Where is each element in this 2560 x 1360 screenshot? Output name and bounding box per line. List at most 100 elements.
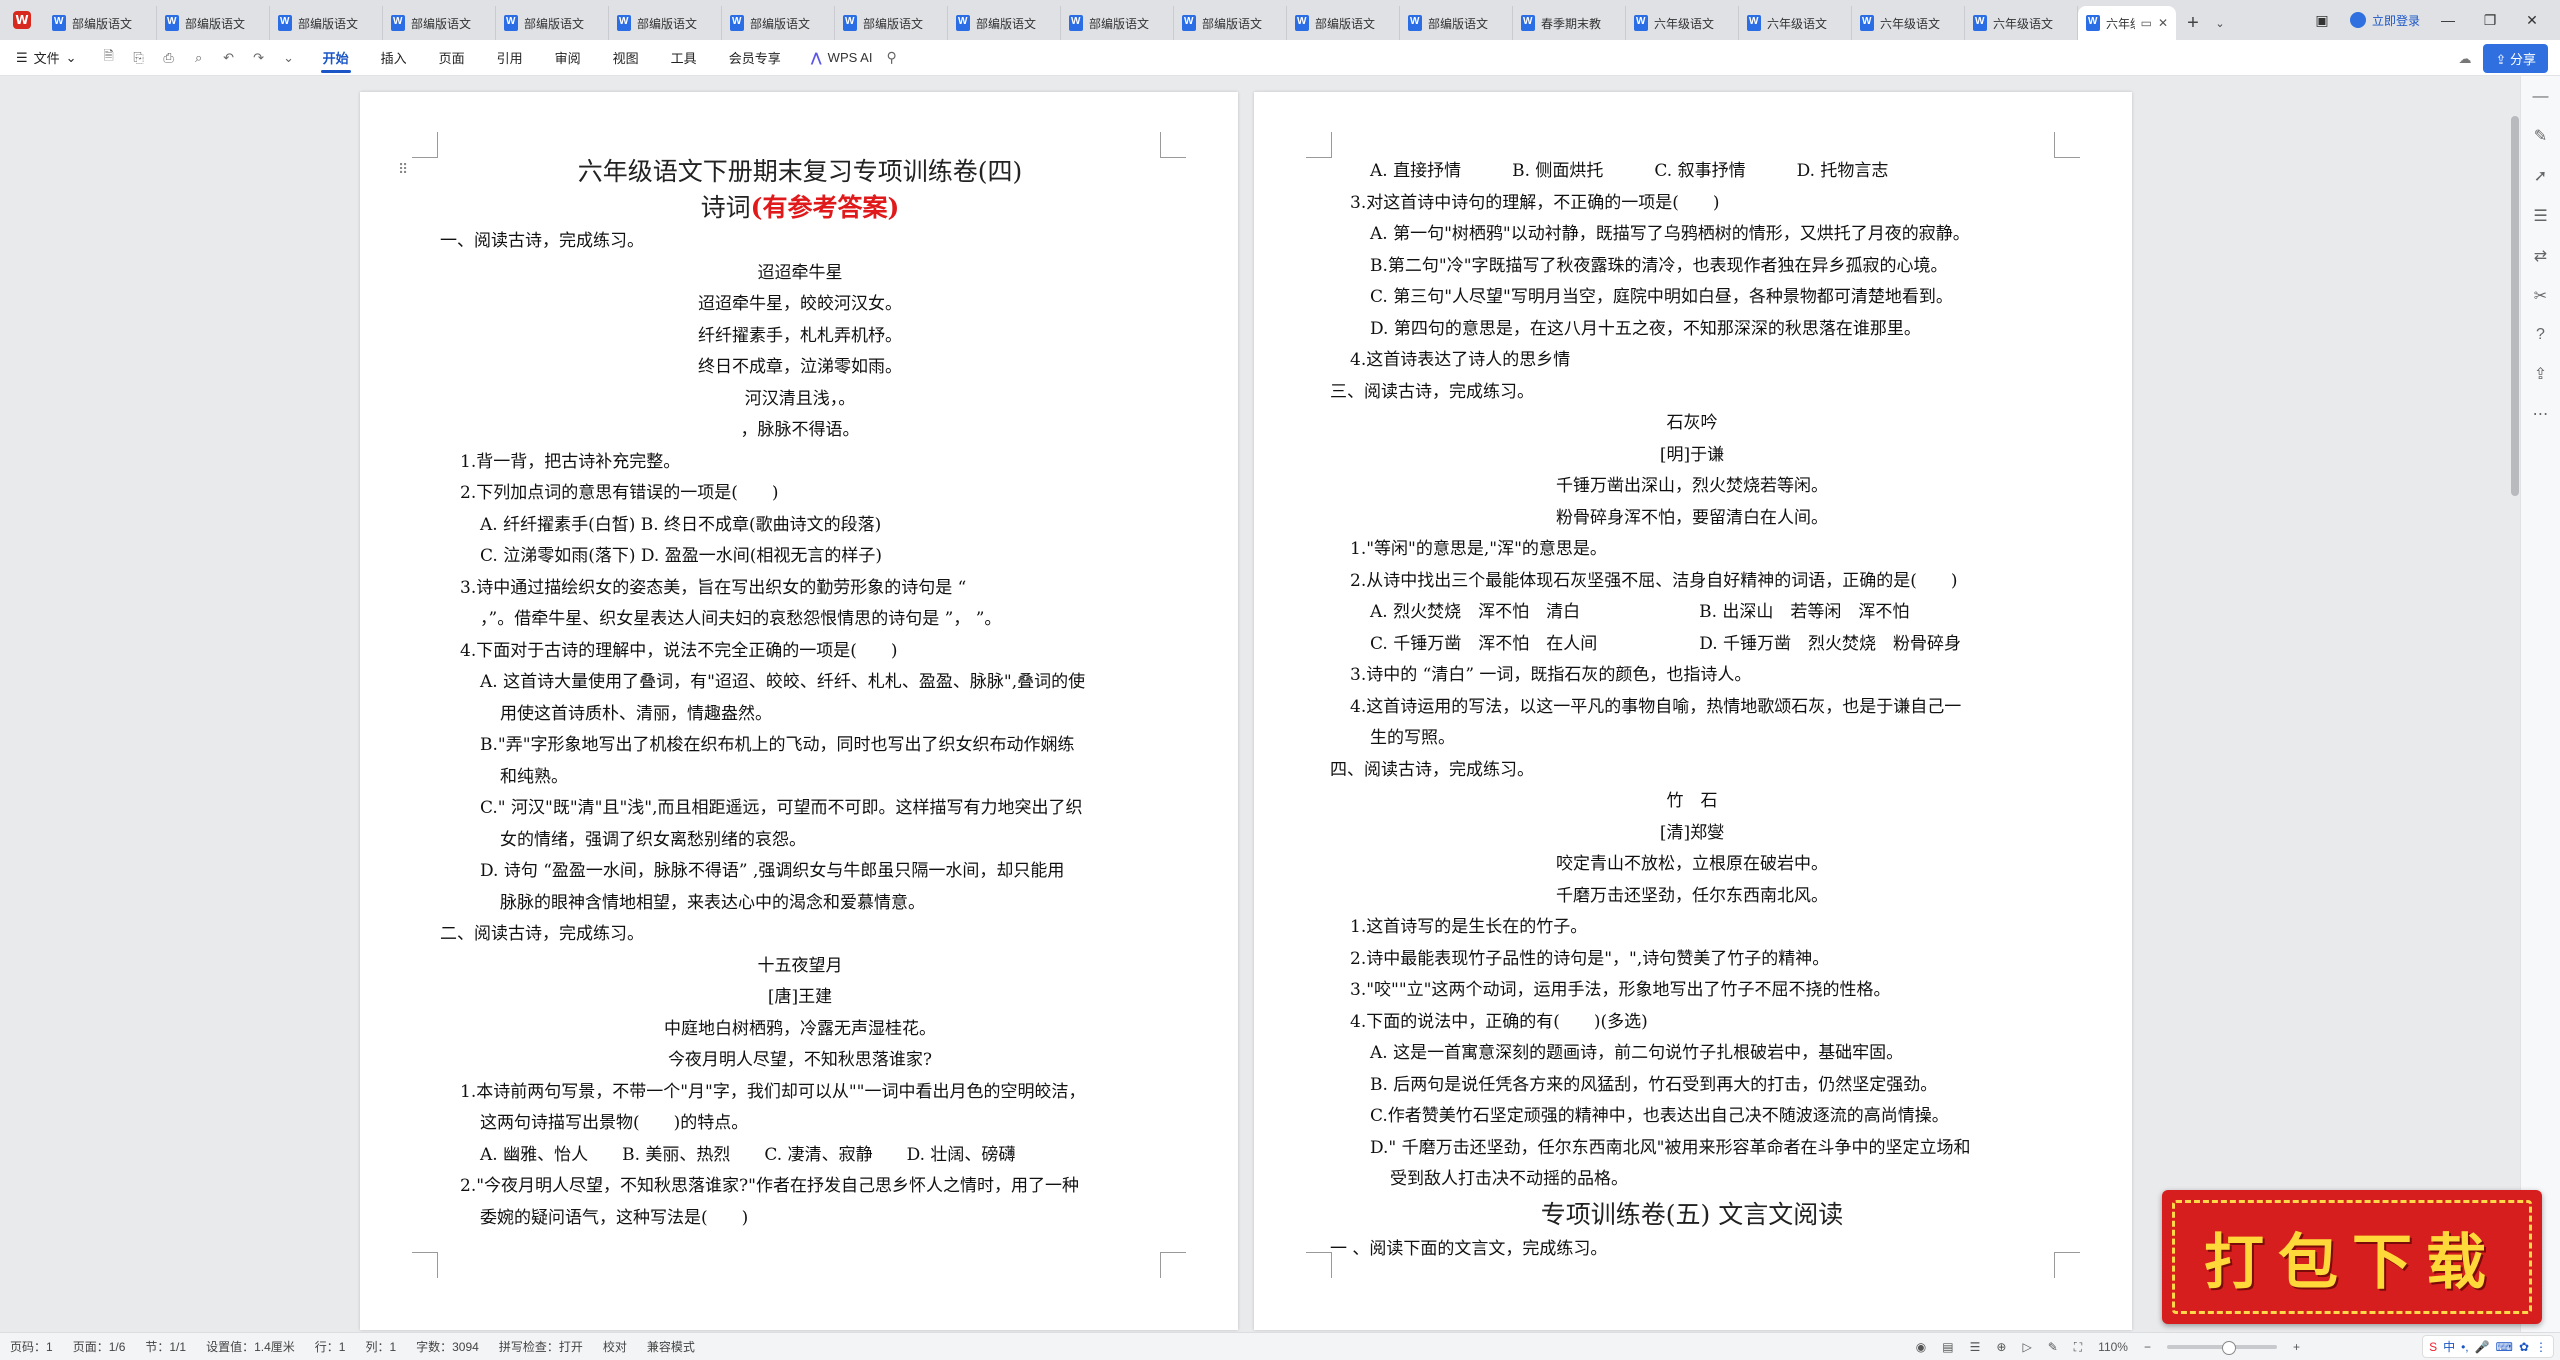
redo-icon[interactable]: ↷ <box>251 50 267 66</box>
text-line: A. 这首诗大量使用了叠词，有"迢迢、皎皎、纤纤、札札、盈盈、脉脉",叠词的使 <box>480 672 1086 692</box>
fit-page-icon[interactable]: ⛶ <box>2074 1340 2082 1355</box>
menu-tab[interactable]: 页面 <box>423 40 481 76</box>
menu-tab[interactable]: 开始 <box>307 40 365 76</box>
document-tab[interactable]: 部编版语文 <box>835 6 948 40</box>
cloud-sync-icon[interactable]: ☁ <box>2458 51 2471 67</box>
zoom-out-icon[interactable]: − <box>2144 1340 2151 1354</box>
file-menu[interactable]: ☰ 文件 ⌄ <box>0 48 91 67</box>
tab-label: 部编版语文 <box>185 16 246 31</box>
play-icon[interactable]: ▷ <box>2022 1340 2031 1354</box>
collapse-panel-icon[interactable]: — <box>2533 88 2549 106</box>
menu-tab[interactable]: 工具 <box>655 40 713 76</box>
document-tab[interactable]: 部编版语文 <box>722 6 835 40</box>
page-1-content: 六年级语文下册期末复习专项训练卷(四) 诗词(有参考答案) 一、阅读古诗，完成练… <box>440 154 1160 1234</box>
text-line: 4.这首诗表达了诗人的思乡情 <box>1350 350 1571 370</box>
new-tab-button[interactable]: + <box>2176 6 2210 40</box>
print-icon[interactable]: ⎙ <box>161 50 177 66</box>
menu-tab[interactable]: 审阅 <box>539 40 597 76</box>
document-tab[interactable]: 部编版语文 <box>948 6 1061 40</box>
translate-icon[interactable]: ⇄ <box>2534 246 2547 266</box>
status-row: 行：1 <box>314 1340 346 1354</box>
web-view-icon[interactable]: ⊕ <box>1996 1340 2006 1354</box>
tab-label: 部编版语文 <box>298 16 359 31</box>
menu-tab[interactable]: 视图 <box>597 40 655 76</box>
style-sliders-icon[interactable]: ☰ <box>2533 206 2547 226</box>
document-page-1[interactable]: ⠿ 六年级语文下册期末复习专项训练卷(四) 诗词(有参考答案) 一、阅读古诗，完… <box>360 92 1238 1330</box>
text-line: 1.本诗前两句写景，不带一个"月"字，我们却可以从""一词中看出月色的空明皎洁， <box>460 1081 1086 1102</box>
document-tab[interactable]: 六年级语文 <box>1852 6 1965 40</box>
edit-mode-icon[interactable]: ✎ <box>2048 1340 2058 1354</box>
undo-icon[interactable]: ↶ <box>221 50 237 66</box>
document-tab[interactable]: 部编版语文 <box>270 6 383 40</box>
document-tab[interactable]: 六年级语文 <box>1739 6 1852 40</box>
menu-tab[interactable]: 引用 <box>481 40 539 76</box>
input-method-toolbar[interactable]: S 中 •, 🎤 ⌨ ✿ ⋮ <box>2422 1335 2554 1358</box>
text-line: ，”。借牵牛星、织女星表达人间夫妇的哀愁怨恨情思的诗句是 ”， ”。 <box>480 609 1002 629</box>
wps-ai-button[interactable]: ⋀ WPS AI <box>797 50 887 66</box>
search-icon[interactable]: ⚲ <box>886 49 896 66</box>
login-button[interactable]: 立即登录 <box>2349 12 2420 29</box>
document-tab[interactable]: 部编版语文 <box>609 6 722 40</box>
document-tab-active[interactable]: 六年级 ▭ ✕ <box>2078 6 2176 40</box>
document-tab[interactable]: 部编版语文 <box>1174 6 1287 40</box>
zoom-slider[interactable] <box>2166 1341 2277 1355</box>
close-window-icon[interactable]: ✕ <box>2518 12 2546 29</box>
margin-corner-mark <box>2054 1252 2080 1278</box>
status-spellcheck[interactable]: 拼写检查：打开 <box>489 1338 593 1355</box>
text-line: D. 诗句 “盈盈一水间，脉脉不得语” ,强调织女与牛郎虽只隔一水间，却只能用 <box>480 861 1065 881</box>
paragraph-drag-handle-icon[interactable]: ⠿ <box>398 162 408 178</box>
text-line: 这两句诗描写出景物( )的特点。 <box>480 1113 749 1133</box>
menu-tab[interactable]: 插入 <box>365 40 423 76</box>
document-tab[interactable]: 部编版语文 <box>1287 6 1400 40</box>
eye-protection-icon[interactable]: ◉ <box>1916 1340 1926 1354</box>
status-page-number[interactable]: 页码：1 <box>0 1338 63 1355</box>
restore-icon[interactable]: ❐ <box>2476 12 2504 29</box>
save-icon[interactable]: 🗎 <box>101 47 117 69</box>
tab-list-chevron-icon[interactable]: ⌄ <box>2210 6 2230 40</box>
more-icon[interactable]: ⋯ <box>2533 404 2549 424</box>
document-page-2[interactable]: A. 直接抒情 B. 侧面烘托 C. 叙事抒情 D. 托物言志 3.对这首诗中诗句… <box>1254 92 2132 1330</box>
share-panel-icon[interactable]: ⇪ <box>2534 364 2547 384</box>
export-pdf-icon[interactable]: ⎘ <box>131 50 147 66</box>
document-tab[interactable]: 部编版语文 <box>157 6 270 40</box>
close-tab-icon[interactable]: ✕ <box>2158 16 2168 30</box>
document-tab[interactable]: 春季期末教 <box>1513 6 1626 40</box>
status-setting[interactable]: 设置值：1.4厘米 <box>196 1338 305 1355</box>
document-tab[interactable]: 六年级语文 <box>1626 6 1739 40</box>
text-line: 1."等闲"的意思是,"浑"的意思是。 <box>1350 539 1607 559</box>
wps-logo-icon[interactable]: W <box>0 0 44 40</box>
status-proofread[interactable]: 校对 <box>593 1338 637 1355</box>
zoom-level[interactable]: 110% <box>2098 1340 2128 1354</box>
text-line: A. 幽雅、怡人 B. 美丽、热烈 C. 凄清、寂静 D. 壮阔、磅礴 <box>480 1144 1016 1165</box>
window-layout-icon[interactable]: ▣ <box>2308 12 2336 29</box>
share-button[interactable]: ⇪ 分享 <box>2483 44 2548 73</box>
zoom-in-icon[interactable]: + <box>2293 1340 2300 1354</box>
page-view-icon[interactable]: ▤ <box>1942 1340 1953 1354</box>
tools-icon[interactable]: ✂ <box>2534 286 2547 306</box>
minimize-icon[interactable]: — <box>2434 12 2462 28</box>
document-tab[interactable]: 部编版语文 <box>1400 6 1513 40</box>
more-chevron-icon[interactable]: ⌄ <box>281 50 297 66</box>
document-tab[interactable]: 六年级语文 <box>1965 6 2078 40</box>
status-bar: 页码：1 页面：1/6 节：1/1 设置值：1.4厘米 行：1 列：1 字数：3… <box>0 1332 2560 1360</box>
tab-label: 部编版语文 <box>976 16 1037 31</box>
document-tab[interactable]: 部编版语文 <box>383 6 496 40</box>
status-column: 列：1 <box>365 1340 397 1354</box>
menu-tab[interactable]: 会员专享 <box>713 40 797 76</box>
scrollbar-thumb[interactable] <box>2511 116 2519 496</box>
document-tab[interactable]: 部编版语文 <box>1061 6 1174 40</box>
help-icon[interactable]: ? <box>2536 326 2545 344</box>
status-word-count[interactable]: 字数：3094 <box>406 1338 489 1355</box>
download-package-badge[interactable]: 打包下载 <box>2162 1190 2542 1324</box>
print-preview-icon[interactable]: ⌕ <box>191 50 207 66</box>
word-doc-icon <box>843 15 857 31</box>
select-cursor-icon[interactable]: ➚ <box>2534 166 2547 186</box>
document-tab[interactable]: 部编版语文 <box>44 6 157 40</box>
status-page-count[interactable]: 页面：1/6 <box>63 1338 136 1355</box>
status-section[interactable]: 节：1/1 <box>135 1338 196 1355</box>
tab-bar: W 部编版语文部编版语文部编版语文部编版语文部编版语文部编版语文部编版语文部编版… <box>0 0 2560 40</box>
outline-view-icon[interactable]: ☰ <box>1970 1340 1981 1354</box>
edit-pen-icon[interactable]: ✎ <box>2534 126 2547 146</box>
document-tab[interactable]: 部编版语文 <box>496 6 609 40</box>
vertical-scrollbar[interactable] <box>2510 110 2520 1330</box>
